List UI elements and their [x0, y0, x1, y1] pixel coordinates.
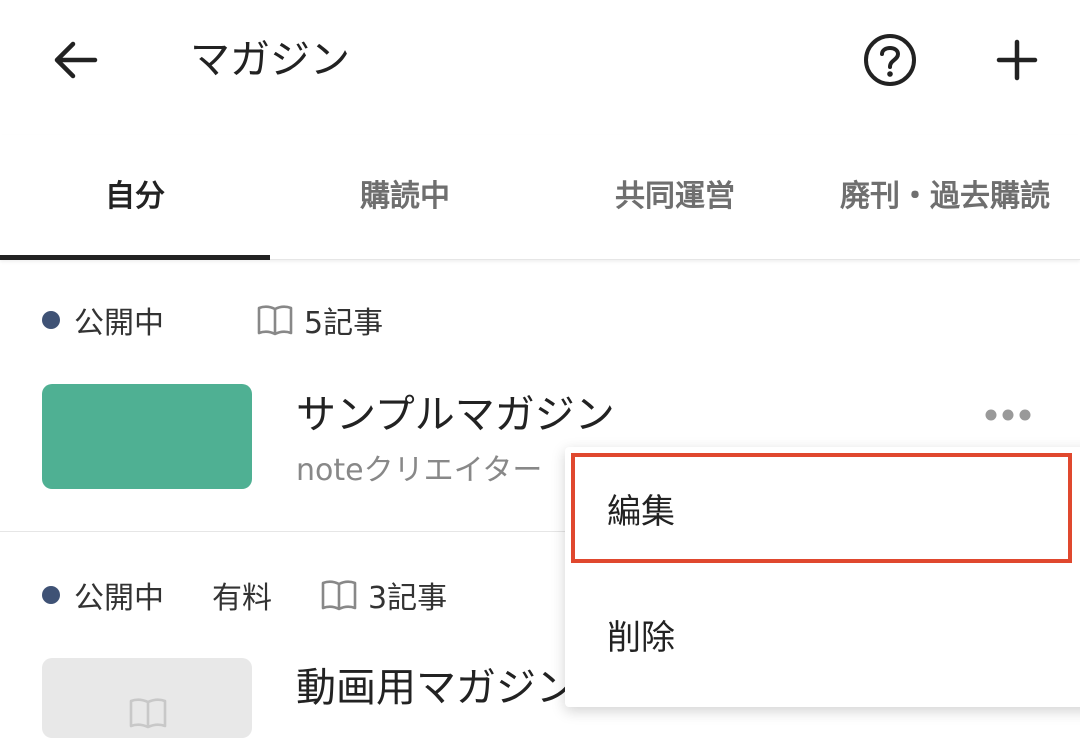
- magazine-title[interactable]: サンプルマガジン: [296, 382, 615, 440]
- magazine-author: noteクリエイター: [296, 453, 543, 488]
- magazine-thumbnail[interactable]: [42, 658, 252, 738]
- help-circle-icon: [864, 34, 916, 86]
- help-button[interactable]: [858, 28, 922, 92]
- book-icon: [256, 303, 294, 337]
- status-dot: [42, 311, 60, 329]
- add-button[interactable]: [985, 28, 1049, 92]
- tab-discontinued[interactable]: 廃刊・過去購読: [810, 135, 1080, 259]
- status-label: 公開中: [74, 306, 164, 341]
- magazine-meta: 公開中: [42, 575, 164, 616]
- arrow-left-icon: [54, 41, 98, 79]
- paid-label: 有料: [212, 581, 272, 616]
- book-placeholder-icon: [129, 698, 167, 729]
- article-count-label: 5記事: [304, 306, 384, 341]
- more-horizontal-icon: [985, 409, 1031, 421]
- tab-subscribed[interactable]: 購読中: [270, 135, 540, 259]
- status-dot: [42, 586, 60, 604]
- more-options-button[interactable]: [980, 395, 1036, 435]
- magazine-meta: 公開中: [42, 300, 164, 341]
- status-label: 公開中: [74, 581, 164, 616]
- article-count: 5記事: [256, 300, 384, 341]
- article-count: 3記事: [320, 575, 448, 616]
- menu-item-delete[interactable]: 削除: [565, 579, 1080, 689]
- book-icon: [320, 578, 358, 612]
- magazine-thumbnail[interactable]: [42, 384, 252, 489]
- plus-icon: [996, 39, 1038, 81]
- tab-mine[interactable]: 自分: [0, 135, 270, 260]
- magazine-title[interactable]: 動画用マガジン: [296, 655, 576, 713]
- article-count-label: 3記事: [368, 581, 448, 616]
- highlight-box: [571, 453, 1072, 563]
- back-button[interactable]: [40, 30, 110, 90]
- tab-co-managed[interactable]: 共同運営: [540, 135, 810, 259]
- tab-bar: 自分 購読中 共同運営 廃刊・過去購読: [0, 135, 1080, 260]
- page-title: マガジン: [190, 37, 350, 83]
